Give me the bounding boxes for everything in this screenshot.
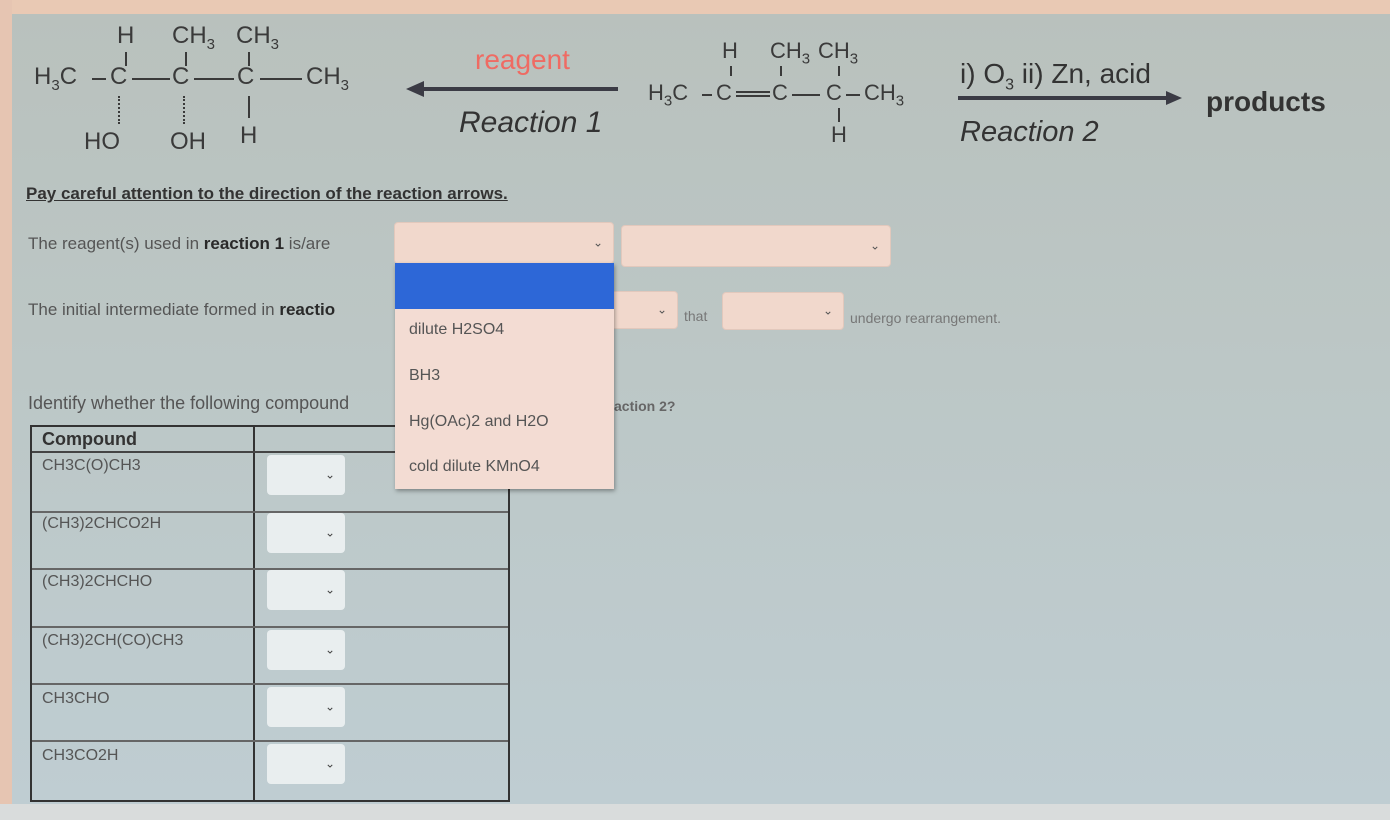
chevron-down-icon: ⌄ — [324, 642, 335, 657]
reaction1-reagent-select-1[interactable]: ⌄ — [394, 222, 614, 264]
question1-bold: reaction 1 — [203, 234, 285, 253]
table-row-select[interactable]: ⌄ — [267, 513, 345, 553]
column-divider — [253, 427, 255, 800]
question1-text: The reagent(s) used in reaction 1 is/are — [28, 234, 330, 254]
question1-prefix: The reagent(s) used in — [28, 234, 204, 253]
reaction2-conditions: i) O3 ii) Zn, acid — [960, 58, 1151, 94]
atom-c1: C — [110, 63, 128, 90]
reaction1-reagent-label: reagent — [475, 44, 570, 75]
table-row-compound: (CH3)2CHCO2H — [42, 515, 162, 532]
atom-c3: C — [237, 63, 255, 90]
header-compound: Compound — [42, 429, 137, 449]
reaction1-arrow — [420, 87, 618, 91]
arrow-right-icon — [1166, 91, 1182, 105]
atom-ho: HO — [84, 128, 120, 155]
question3-text: Identify whether the following compound — [28, 393, 350, 413]
table-row-select[interactable]: ⌄ — [267, 570, 345, 610]
question2-bold: reactio — [279, 300, 336, 319]
table-row-compound: (CH3)2CH(CO)CH3 — [42, 632, 184, 649]
chevron-down-icon: ⌄ — [324, 756, 335, 771]
chevron-down-icon: ⌄ — [324, 467, 335, 482]
row-divider — [32, 626, 508, 628]
atom-oh: OH — [170, 128, 206, 155]
atom-c2: C — [772, 80, 788, 105]
question2-prefix: The initial intermediate formed in — [28, 300, 280, 319]
chevron-down-icon: ⌄ — [324, 699, 335, 714]
atom-ch3-top-1: CH3 — [770, 38, 811, 68]
question3-suffix: action 2? — [614, 398, 676, 414]
chevron-down-icon: ⌄ — [592, 235, 603, 250]
atom-h-top: H — [722, 38, 738, 63]
table-row-compound: (CH3)2CHCHO — [42, 573, 153, 590]
atom-ch3-end: CH3 — [306, 63, 350, 94]
chevron-down-icon: ⌄ — [324, 582, 335, 597]
dropdown-option[interactable]: dilute H2SO4 — [409, 321, 504, 339]
table-row-compound: CH3CHO — [42, 690, 110, 707]
rearrangement-select[interactable]: ⌄ — [722, 292, 844, 330]
question2-text: The initial intermediate formed in react… — [28, 300, 335, 320]
row-divider — [32, 683, 508, 685]
table-row-select[interactable]: ⌄ — [267, 744, 345, 784]
atom-ch3-top-2: CH3 — [818, 38, 859, 68]
dropdown-option[interactable]: BH3 — [409, 367, 440, 385]
atom-ch3-top-1: CH3 — [172, 22, 216, 53]
row-divider — [32, 740, 508, 742]
reaction1-reagent-select-2[interactable]: ⌄ — [621, 225, 891, 267]
reaction1-label: Reaction 1 — [459, 106, 603, 139]
atom-h-bottom: H — [831, 122, 847, 147]
chevron-down-icon: ⌄ — [656, 302, 667, 317]
reaction2-label: Reaction 2 — [960, 116, 1099, 148]
reagent-dropdown-menu: dilute H2SO4 BH3 Hg(OAc)2 and H2O cold d… — [395, 263, 614, 489]
chevron-down-icon: ⌄ — [822, 303, 833, 318]
atom-c3: C — [826, 80, 842, 105]
atom-ch3-end: CH3 — [864, 80, 905, 110]
chevron-down-icon: ⌄ — [869, 238, 880, 253]
atom-c2: C — [172, 63, 190, 90]
table-row-compound: CH3CO2H — [42, 747, 119, 764]
atom-c1: C — [716, 80, 732, 105]
monitor-bezel-left — [0, 0, 12, 820]
atom-h3c: H3C — [34, 63, 78, 94]
table-row-select[interactable]: ⌄ — [267, 687, 345, 727]
chevron-down-icon: ⌄ — [324, 525, 335, 540]
dropdown-option-blank-highlighted[interactable] — [395, 263, 614, 309]
monitor-bezel-bottom — [0, 804, 1390, 820]
atom-h-top: H — [117, 22, 135, 49]
dropdown-option[interactable]: cold dilute KMnO4 — [409, 458, 540, 476]
question1-suffix: is/are — [284, 234, 331, 253]
products-label: products — [1206, 86, 1326, 117]
dropdown-option[interactable]: Hg(OAc)2 and H2O — [409, 413, 549, 431]
table-row-select[interactable]: ⌄ — [267, 630, 345, 670]
question2-connector: that — [684, 308, 708, 324]
table-row-compound: CH3C(O)CH3 — [42, 457, 141, 474]
atom-h3c: H3C — [648, 80, 689, 110]
atom-ch3-top-2: CH3 — [236, 22, 280, 53]
table-row-select[interactable]: ⌄ — [267, 455, 345, 495]
reaction2-arrow — [958, 96, 1168, 100]
question2-suffix: undergo rearrangement. — [850, 310, 1001, 326]
atom-h-bottom: H — [240, 122, 258, 149]
instruction-note: Pay careful attention to the direction o… — [26, 184, 508, 203]
